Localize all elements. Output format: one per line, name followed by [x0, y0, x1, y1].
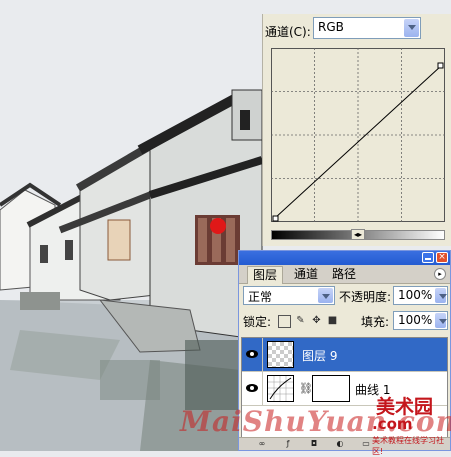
- watermark-domain: .com: [372, 415, 413, 433]
- lock-transparent-icon[interactable]: [278, 315, 291, 328]
- gradient-toggle-icon[interactable]: ◂▸: [351, 229, 365, 240]
- fill-input[interactable]: 100%: [393, 311, 448, 330]
- fill-value: 100%: [398, 313, 433, 327]
- watermark-subtitle: 美术教程在线学习社区!: [372, 436, 444, 456]
- close-icon[interactable]: ×: [436, 252, 448, 263]
- add-mask-icon[interactable]: ◘: [309, 439, 319, 449]
- panel-menu-icon[interactable]: ▸: [434, 268, 446, 280]
- chevron-right-icon[interactable]: [435, 288, 447, 303]
- visibility-toggle[interactable]: [242, 372, 263, 405]
- curve-point-end[interactable]: [437, 62, 444, 69]
- minimize-icon[interactable]: [422, 252, 434, 263]
- curve-point-start[interactable]: [272, 215, 279, 222]
- chain-link-icon[interactable]: ⛓: [299, 382, 313, 395]
- lock-brush-icon[interactable]: ✎: [295, 315, 306, 326]
- eye-icon: [246, 384, 258, 392]
- opacity-input[interactable]: 100%: [393, 286, 448, 305]
- eye-icon: [246, 350, 258, 358]
- link-layers-icon[interactable]: ∞: [257, 439, 267, 449]
- panel-titlebar: ×: [239, 251, 450, 265]
- channel-select[interactable]: RGB: [313, 17, 421, 39]
- visibility-toggle[interactable]: [242, 338, 263, 371]
- chevron-down-icon[interactable]: [318, 288, 333, 303]
- channel-label: 通道(C):: [265, 25, 311, 39]
- layer-row[interactable]: 图层 9: [242, 338, 447, 372]
- chevron-right-icon[interactable]: [435, 313, 447, 328]
- panel-tabs: 图层 通道 路径 ▸: [239, 265, 450, 284]
- layer-mask-thumbnail[interactable]: [312, 375, 350, 402]
- lock-move-icon[interactable]: ✥: [311, 315, 322, 326]
- chevron-down-icon[interactable]: [404, 19, 419, 37]
- layer-style-icon[interactable]: ƒ: [283, 439, 293, 449]
- tab-paths[interactable]: 路径: [327, 266, 361, 283]
- new-group-icon[interactable]: ▭: [361, 439, 371, 449]
- layer-thumbnail: [267, 341, 294, 368]
- layer-name: 图层 9: [302, 349, 338, 363]
- blend-mode-select[interactable]: 正常: [243, 286, 335, 305]
- lock-label: 锁定:: [243, 315, 272, 329]
- curve-graph[interactable]: [271, 48, 445, 222]
- tab-channels[interactable]: 通道: [289, 266, 323, 283]
- channel-select-value: RGB: [318, 20, 344, 34]
- blend-mode-value: 正常: [248, 290, 273, 304]
- lock-all-icon[interactable]: ■: [327, 315, 338, 326]
- curves-adjustment-icon: [267, 375, 294, 402]
- opacity-value: 100%: [398, 288, 433, 302]
- tab-layers[interactable]: 图层: [247, 266, 284, 284]
- curves-dialog: 通道(C): RGB ◂▸: [262, 14, 451, 246]
- adjustment-layer-icon[interactable]: ◐: [335, 439, 345, 449]
- opacity-label: 不透明度:: [339, 290, 392, 304]
- fill-label: 填充:: [361, 315, 390, 329]
